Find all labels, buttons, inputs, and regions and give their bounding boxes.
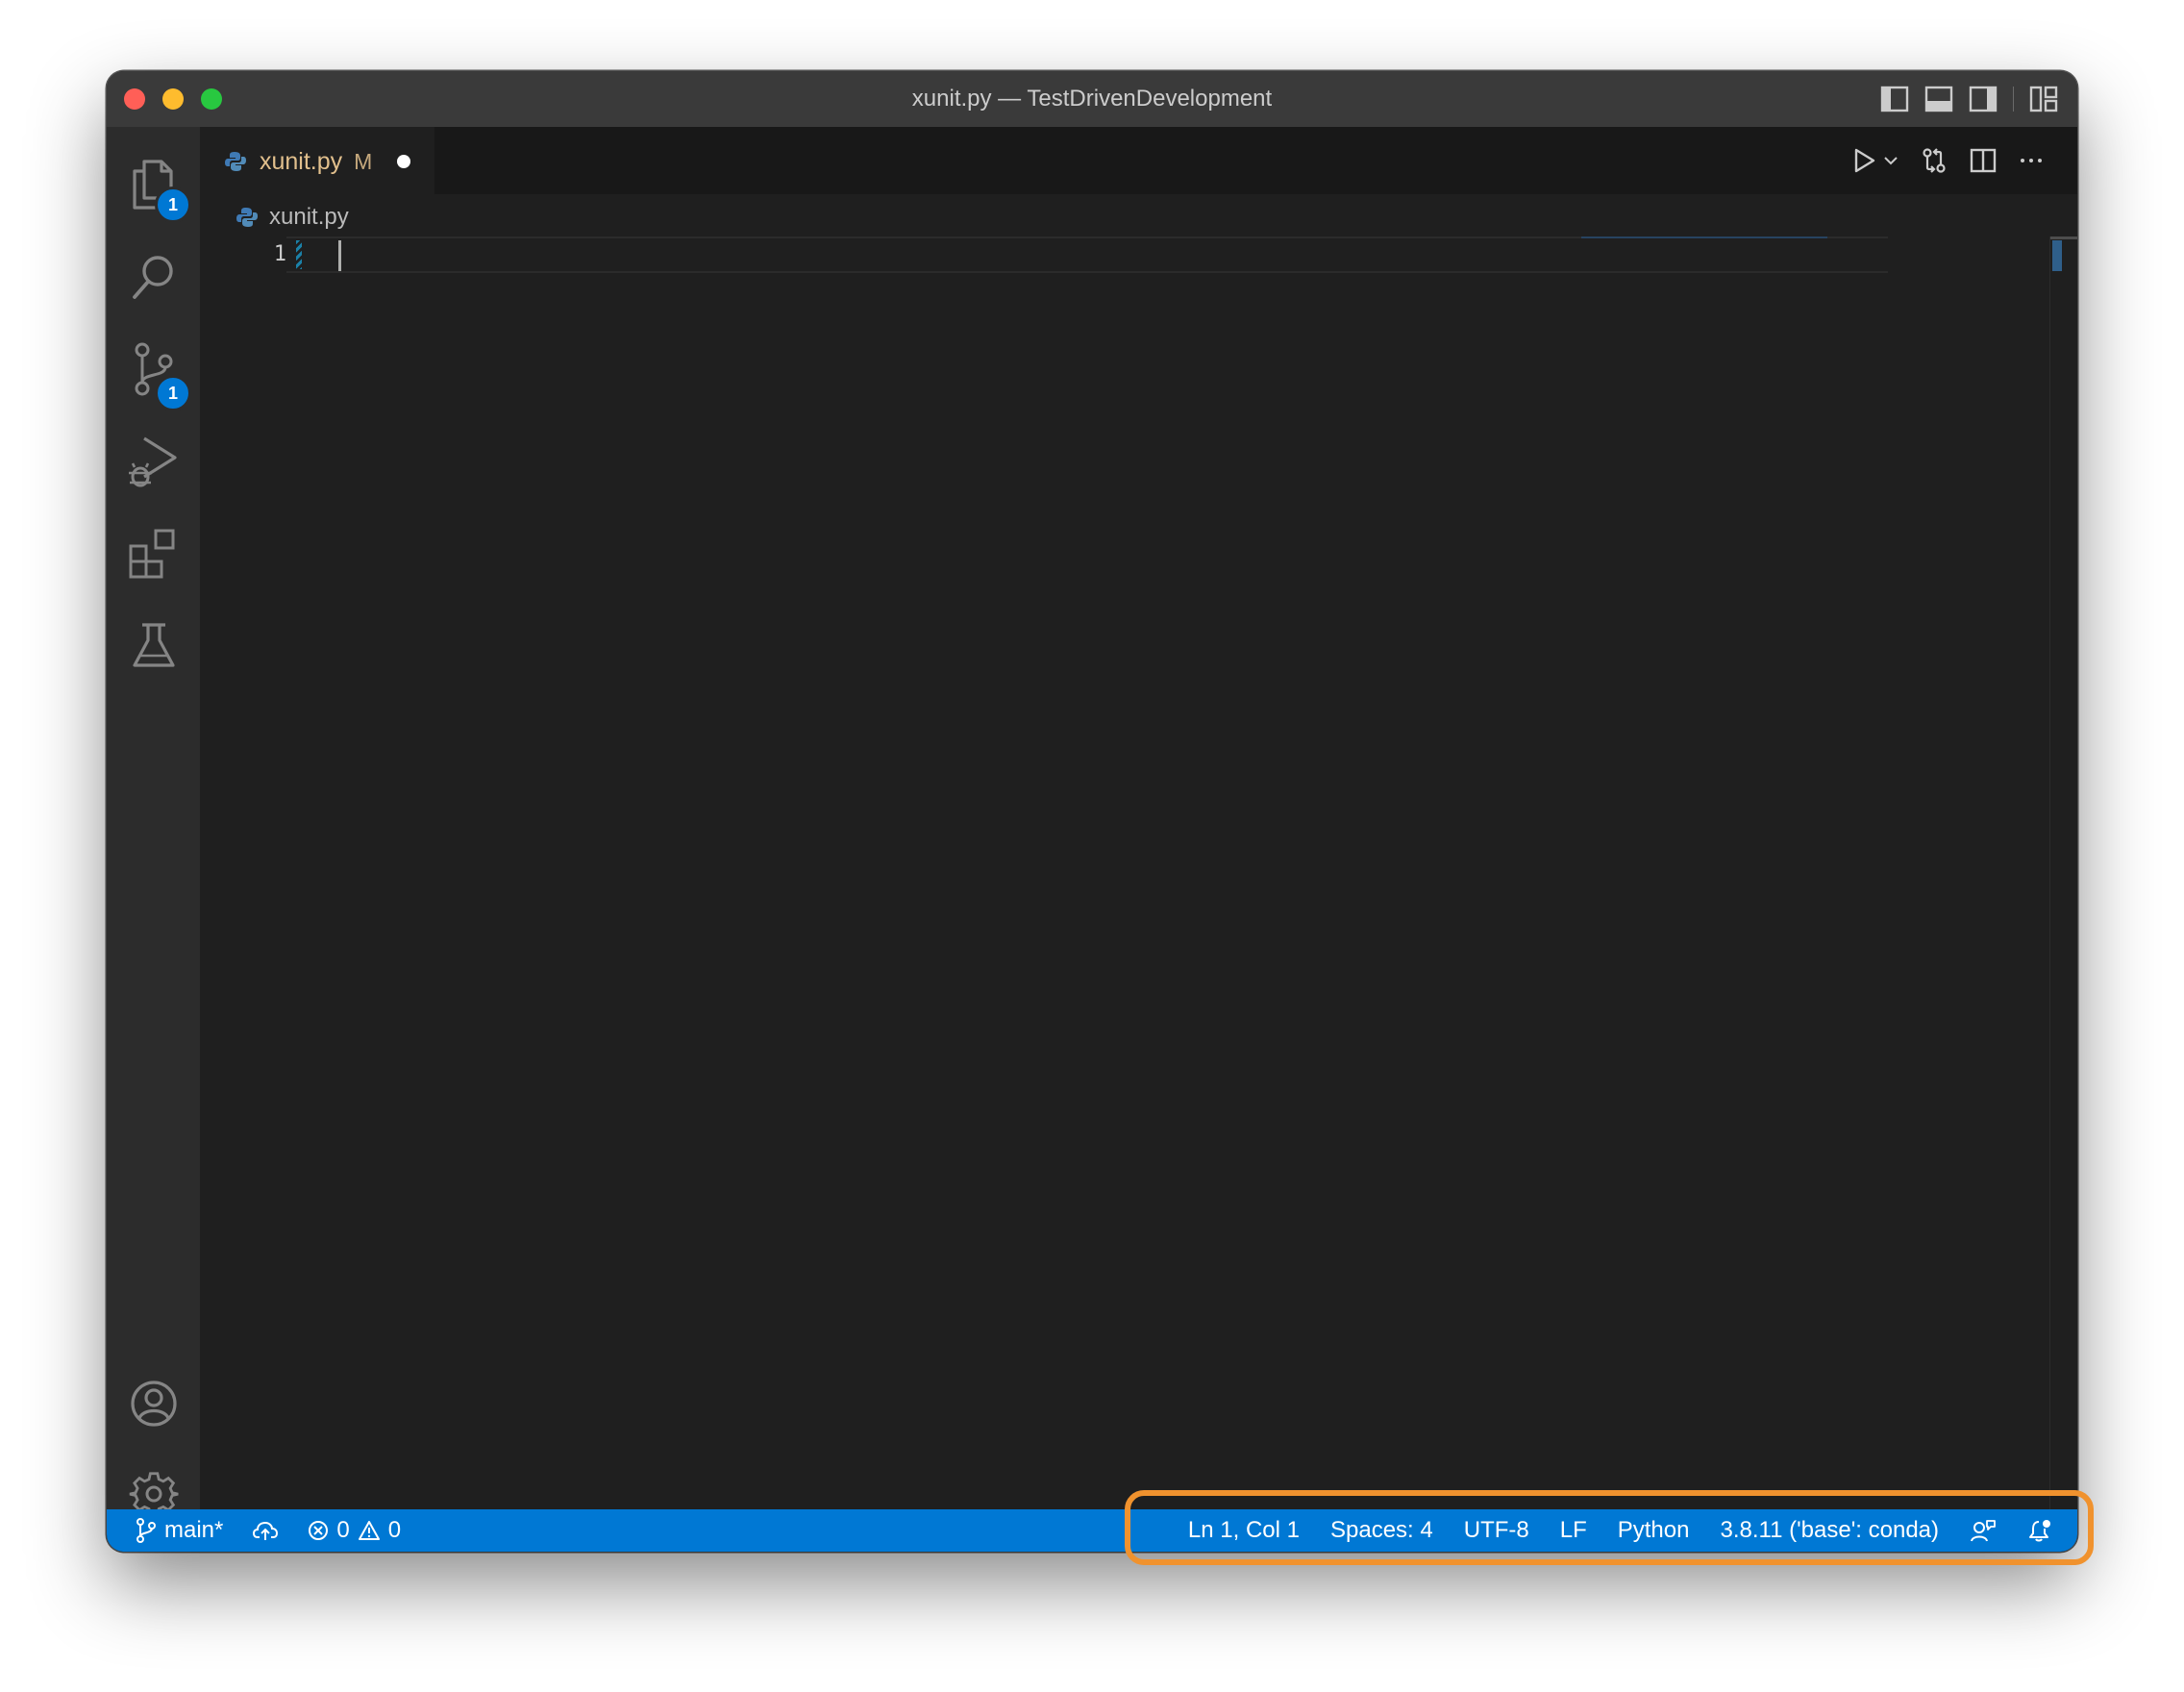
minimap[interactable] — [1581, 236, 1827, 238]
breadcrumb[interactable]: xunit.py — [236, 204, 349, 231]
activity-bar: 1 1 — [107, 127, 200, 1516]
status-bar-right: Ln 1, Col 1 Spaces: 4 UTF-8 LF Python 3.… — [1188, 1509, 2052, 1552]
tab-filename: xunit.py — [260, 147, 343, 175]
activity-run-debug[interactable] — [107, 423, 200, 500]
line-number: 1 — [273, 242, 286, 266]
breadcrumb-filename: xunit.py — [269, 204, 349, 230]
status-problems[interactable]: 0 0 — [308, 1517, 401, 1544]
scm-badge: 1 — [155, 375, 191, 411]
search-icon — [132, 256, 173, 299]
status-eol[interactable]: LF — [1560, 1517, 1587, 1544]
tabs-bar: xunit.py M — [200, 127, 2077, 194]
toggle-primary-sidebar-icon[interactable] — [1880, 86, 1909, 112]
extensions-icon — [129, 529, 174, 579]
feedback-person-icon — [1971, 1520, 1996, 1542]
gutter-added-line-indicator — [296, 240, 302, 269]
explorer-badge: 1 — [155, 187, 191, 223]
layout-controls — [1880, 85, 2058, 113]
account-icon — [130, 1381, 177, 1427]
status-cursor-position[interactable]: Ln 1, Col 1 — [1188, 1517, 1300, 1544]
scrollbar-top-shadow — [2050, 236, 2077, 239]
status-bar-left: main* 0 0 — [136, 1509, 401, 1552]
run-python-file-button[interactable] — [1852, 147, 1899, 174]
activity-source-control[interactable]: 1 — [107, 331, 200, 411]
customize-layout-icon[interactable] — [2029, 86, 2058, 112]
scrollbar-cursor-marker — [2052, 240, 2062, 271]
beaker-icon — [132, 623, 175, 667]
vscode-window: xunit.py — TestDrivenDevelopment 1 1 xun… — [107, 71, 2077, 1552]
cloud-upload-icon — [253, 1521, 279, 1540]
activity-accounts[interactable] — [107, 1365, 200, 1442]
scrollbar-track[interactable] — [2049, 236, 2050, 1509]
compare-changes-icon — [1923, 148, 1946, 173]
split-editor-button[interactable] — [1970, 147, 1997, 174]
chevron-down-icon — [1884, 157, 1898, 165]
git-branch-icon — [136, 1518, 156, 1543]
error-icon — [309, 1521, 329, 1540]
ellipsis-icon — [2021, 159, 2042, 162]
warning-icon — [358, 1521, 380, 1540]
activity-testing[interactable] — [107, 608, 200, 684]
status-language-mode[interactable]: Python — [1618, 1517, 1690, 1544]
unsaved-dot-icon[interactable] — [397, 155, 411, 168]
python-file-icon — [236, 208, 258, 227]
play-icon — [1854, 148, 1875, 173]
more-actions-button[interactable] — [2018, 147, 2045, 174]
status-encoding[interactable]: UTF-8 — [1464, 1517, 1529, 1544]
editor-area: xunit.py M xunit.py 1 — [200, 127, 2077, 1509]
layout-separator — [2013, 87, 2014, 112]
title-bar: xunit.py — TestDrivenDevelopment — [107, 71, 2077, 128]
tab-xunit-py[interactable]: xunit.py M — [200, 127, 434, 194]
warning-count: 0 — [387, 1517, 402, 1543]
status-sync[interactable] — [252, 1519, 279, 1542]
status-feedback[interactable] — [1970, 1518, 1997, 1543]
status-branch[interactable]: main* — [136, 1517, 223, 1544]
toggle-panel-icon[interactable] — [1924, 86, 1953, 112]
activity-search[interactable] — [107, 238, 200, 315]
status-indentation[interactable]: Spaces: 4 — [1330, 1517, 1433, 1544]
status-python-interpreter[interactable]: 3.8.11 ('base': conda) — [1720, 1517, 1939, 1544]
tab-modified-marker: M — [354, 148, 373, 174]
error-count: 0 — [336, 1517, 350, 1543]
open-changes-button[interactable] — [1920, 146, 1948, 175]
run-debug-icon — [128, 436, 177, 487]
editor-actions — [1852, 146, 2045, 175]
text-cursor[interactable] — [338, 240, 341, 271]
status-notifications[interactable] — [2027, 1518, 2052, 1543]
status-bar: main* 0 0 Ln 1, Col 1 Spaces: 4 UTF-8 LF… — [107, 1509, 2077, 1552]
activity-explorer[interactable]: 1 — [107, 146, 200, 223]
branch-name: main* — [164, 1517, 224, 1543]
current-line-highlight — [286, 236, 1888, 273]
split-editor-icon — [1970, 148, 1997, 173]
activity-extensions[interactable] — [107, 515, 200, 592]
toggle-secondary-sidebar-icon[interactable] — [1969, 86, 1998, 112]
window-title: xunit.py — TestDrivenDevelopment — [911, 86, 1273, 112]
bell-dot-icon — [2029, 1520, 2050, 1542]
python-file-icon — [225, 152, 246, 171]
